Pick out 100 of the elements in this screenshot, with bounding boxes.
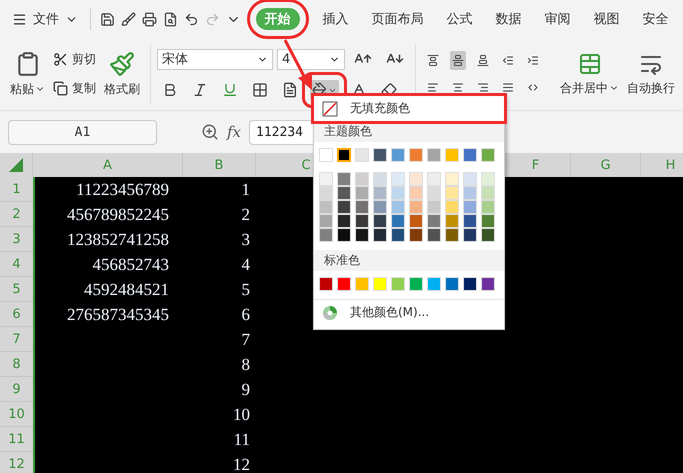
zoom-icon[interactable]: [201, 123, 219, 141]
select-all-corner[interactable]: [0, 153, 33, 177]
color-swatch[interactable]: [373, 186, 387, 200]
color-swatch[interactable]: [409, 214, 423, 228]
color-swatch[interactable]: [337, 214, 351, 228]
color-swatch[interactable]: [355, 200, 369, 214]
more-colors-item[interactable]: 其他颜色(M)...: [314, 300, 504, 325]
color-swatch[interactable]: [337, 277, 351, 291]
color-swatch[interactable]: [463, 228, 477, 242]
name-box[interactable]: A1: [8, 120, 157, 144]
color-swatch[interactable]: [373, 148, 387, 162]
color-swatch[interactable]: [409, 172, 423, 186]
color-swatch[interactable]: [391, 228, 405, 242]
color-swatch[interactable]: [481, 172, 495, 186]
color-swatch[interactable]: [409, 148, 423, 162]
color-swatch[interactable]: [427, 200, 441, 214]
ribbon-tab[interactable]: 审阅: [544, 8, 570, 30]
no-fill-item[interactable]: 无填充颜色: [314, 96, 504, 121]
color-swatch[interactable]: [355, 148, 369, 162]
color-swatch[interactable]: [373, 277, 387, 291]
color-swatch[interactable]: [319, 186, 333, 200]
color-swatch[interactable]: [463, 277, 477, 291]
color-swatch[interactable]: [445, 172, 459, 186]
color-swatch[interactable]: [409, 277, 423, 291]
color-swatch[interactable]: [445, 214, 459, 228]
merge-center-button[interactable]: 合并居中: [556, 52, 623, 96]
ribbon-tab[interactable]: 数据: [496, 8, 522, 30]
color-swatch[interactable]: [355, 214, 369, 228]
color-swatch[interactable]: [355, 277, 369, 291]
color-swatch[interactable]: [391, 214, 405, 228]
color-swatch[interactable]: [373, 200, 387, 214]
copy-button[interactable]: 复制: [49, 78, 100, 99]
color-swatch[interactable]: [445, 186, 459, 200]
color-swatch[interactable]: [463, 186, 477, 200]
color-swatch[interactable]: [463, 148, 477, 162]
color-swatch[interactable]: [373, 172, 387, 186]
menu-icon: [12, 12, 27, 26]
color-swatch[interactable]: [391, 200, 405, 214]
color-swatch[interactable]: [391, 277, 405, 291]
font-select[interactable]: 宋体: [157, 48, 273, 70]
color-swatch[interactable]: [337, 172, 351, 186]
color-swatch[interactable]: [427, 214, 441, 228]
function-label[interactable]: fx: [227, 123, 242, 141]
ribbon-tab[interactable]: 公式: [446, 8, 472, 30]
ribbon-tab[interactable]: 页面布局: [372, 8, 424, 30]
color-swatch[interactable]: [373, 228, 387, 242]
color-swatch[interactable]: [337, 200, 351, 214]
color-swatch[interactable]: [319, 148, 333, 162]
scissors-icon: [53, 52, 68, 67]
color-swatch[interactable]: [391, 148, 405, 162]
color-swatch[interactable]: [409, 200, 423, 214]
color-swatch[interactable]: [391, 186, 405, 200]
color-swatch[interactable]: [319, 277, 333, 291]
cut-button[interactable]: 剪切: [49, 49, 100, 70]
color-swatch[interactable]: [481, 148, 495, 162]
color-swatch[interactable]: [481, 186, 495, 200]
color-swatch[interactable]: [319, 172, 333, 186]
color-swatch[interactable]: [409, 228, 423, 242]
color-swatch[interactable]: [445, 200, 459, 214]
color-swatch[interactable]: [463, 172, 477, 186]
color-swatch[interactable]: [463, 214, 477, 228]
merge-cells-icon: [578, 52, 602, 76]
no-fill-icon: [322, 100, 338, 116]
color-swatch[interactable]: [481, 214, 495, 228]
color-swatch[interactable]: [337, 228, 351, 242]
color-swatch[interactable]: [445, 228, 459, 242]
color-swatch[interactable]: [481, 277, 495, 291]
color-swatch[interactable]: [319, 214, 333, 228]
color-swatch[interactable]: [355, 186, 369, 200]
color-swatch[interactable]: [427, 148, 441, 162]
color-swatch[interactable]: [427, 186, 441, 200]
color-swatch[interactable]: [445, 277, 459, 291]
color-swatch[interactable]: [481, 228, 495, 242]
color-swatch[interactable]: [427, 277, 441, 291]
color-swatch[interactable]: [373, 214, 387, 228]
align-icon[interactable]: [450, 51, 466, 70]
color-swatch[interactable]: [337, 186, 351, 200]
color-swatch[interactable]: [409, 186, 423, 200]
paste-button[interactable]: 粘贴: [6, 50, 49, 98]
color-swatch[interactable]: [427, 228, 441, 242]
color-swatch[interactable]: [391, 172, 405, 186]
color-swatch[interactable]: [445, 148, 459, 162]
color-swatch[interactable]: [319, 200, 333, 214]
color-swatch[interactable]: [427, 172, 441, 186]
copy-icon: [53, 81, 68, 96]
color-swatch[interactable]: [337, 148, 351, 162]
color-swatch[interactable]: [355, 172, 369, 186]
print-icon[interactable]: [140, 10, 159, 28]
color-swatch[interactable]: [463, 200, 477, 214]
color-wheel-icon: [322, 304, 338, 320]
ribbon-tab[interactable]: 视图: [594, 8, 620, 30]
wrap-text-button[interactable]: 自动换行: [623, 52, 679, 96]
ribbon-tab[interactable]: 安全: [642, 8, 668, 30]
color-swatch[interactable]: [319, 228, 333, 242]
color-swatch[interactable]: [481, 200, 495, 214]
font-size-select[interactable]: 4: [277, 48, 345, 70]
color-swatch[interactable]: [355, 228, 369, 242]
file-menu[interactable]: 文件: [6, 10, 84, 28]
format-painter-button[interactable]: 格式刷: [100, 50, 144, 98]
ribbon-tab[interactable]: 插入: [322, 8, 348, 30]
